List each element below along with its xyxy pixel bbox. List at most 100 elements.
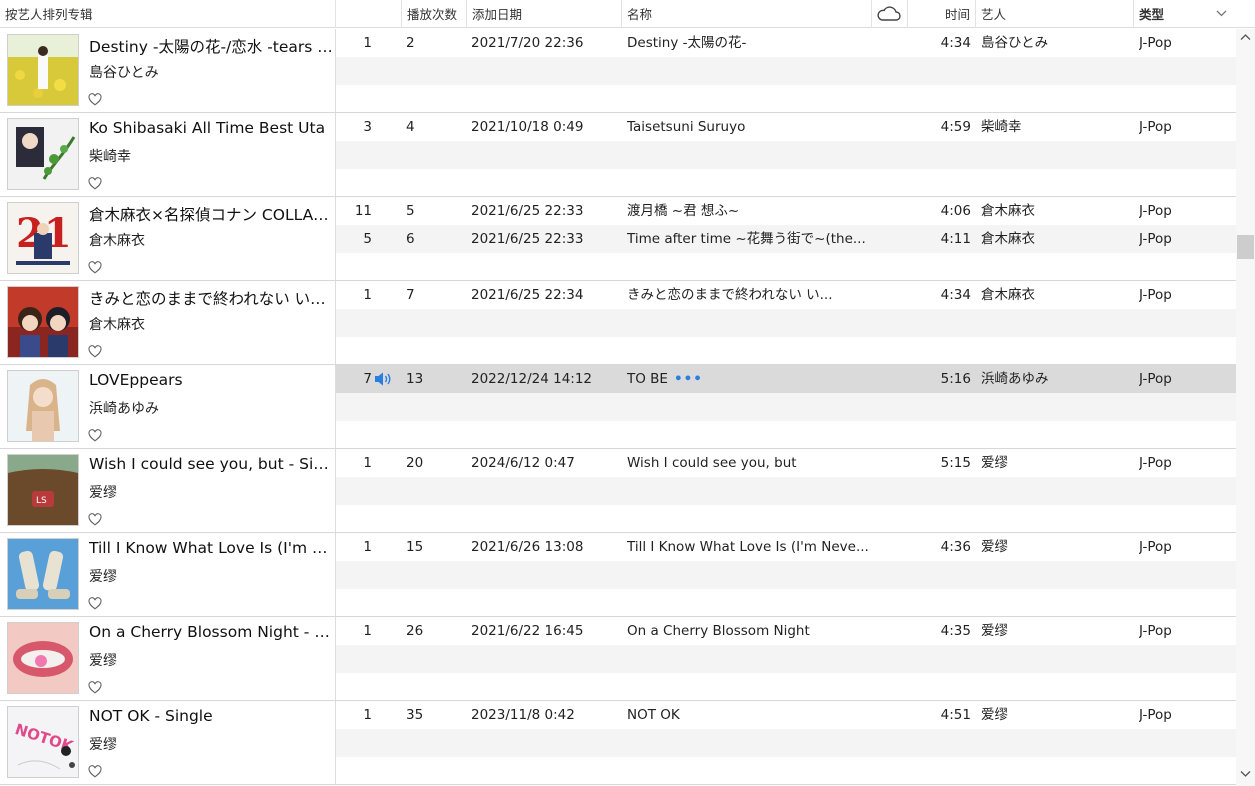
track-time: 4:34: [940, 287, 971, 303]
track-artist: 爱缪: [981, 455, 1008, 471]
column-header-bar: 按艺人排列专辑 播放次数 添加日期 名称 时间 艺人 类型: [0, 0, 1255, 28]
album-artist: 倉木麻衣: [89, 233, 145, 249]
track-row[interactable]: 1 2 2021/7/20 22:36 Destiny -太陽の花- 4:34 …: [336, 29, 1236, 57]
scroll-down-icon[interactable]: [1240, 770, 1251, 778]
track-genre: J-Pop: [1139, 455, 1172, 471]
album-info[interactable]: LOVEppears 浜崎あゆみ: [0, 365, 336, 448]
heart-icon[interactable]: [88, 177, 102, 190]
heart-icon[interactable]: [88, 513, 102, 526]
chevron-down-icon[interactable]: [1216, 10, 1227, 17]
album-title: Destiny -太陽の花-/恋水 -tears of love-: [89, 38, 335, 56]
play-count: 6: [406, 231, 415, 247]
column-header-plays[interactable]: 播放次数: [402, 0, 467, 28]
album-cover[interactable]: [7, 538, 79, 610]
track-time: 4:36: [940, 539, 971, 555]
track-number: 11: [354, 203, 372, 219]
heart-icon[interactable]: [88, 261, 102, 274]
album-info[interactable]: Ko Shibasaki All Time Best Uta 柴崎幸: [0, 113, 336, 196]
album-info[interactable]: On a Cherry Blossom Night - Single 爱缪: [0, 617, 336, 700]
track-row-playing[interactable]: 7 13 2022/12/24 14:12 TO BE ••• 5:16 浜崎あゆ…: [336, 365, 1236, 393]
track-genre: J-Pop: [1139, 707, 1172, 723]
empty-row: [336, 309, 1236, 337]
track-row[interactable]: 1 26 2021/6/22 16:45 On a Cherry Blossom…: [336, 617, 1236, 645]
album-info[interactable]: 21 倉木麻衣×名探偵コナン COLLABORATION 倉木麻衣: [0, 197, 336, 280]
album-title: 倉木麻衣×名探偵コナン COLLABORATION: [89, 206, 335, 224]
column-header-name[interactable]: 名称: [622, 0, 872, 28]
track-name-cell: TO BE •••: [627, 365, 877, 393]
album-info[interactable]: NOTOK NOT OK - Single 爱缪: [0, 701, 336, 784]
track-row[interactable]: 1 20 2024/6/12 0:47 Wish I could see you…: [336, 449, 1236, 477]
vertical-scrollbar[interactable]: [1236, 29, 1255, 786]
track-time: 4:51: [940, 707, 971, 723]
heart-icon[interactable]: [88, 93, 102, 106]
track-row[interactable]: 1 15 2021/6/26 13:08 Till I Know What Lo…: [336, 533, 1236, 561]
empty-row: [336, 57, 1236, 85]
track-row[interactable]: 5 6 2021/6/25 22:33 Time after time ~花舞う…: [336, 225, 1236, 253]
date-added: 2021/6/22 16:45: [471, 623, 584, 639]
album-artist: 柴崎幸: [89, 149, 131, 165]
play-count: 5: [406, 203, 415, 219]
album-cover[interactable]: LS: [7, 454, 79, 526]
heart-icon[interactable]: [88, 429, 102, 442]
album-cover[interactable]: [7, 118, 79, 190]
track-row[interactable]: 1 7 2021/6/25 22:34 きみと恋のままで終われない い... 4…: [336, 281, 1236, 309]
track-genre: J-Pop: [1139, 119, 1172, 135]
track-row[interactable]: 1 35 2023/11/8 0:42 NOT OK 4:51 爱缪 J-Pop: [336, 701, 1236, 729]
column-header-album[interactable]: 按艺人排列专辑: [0, 0, 336, 28]
album-cover[interactable]: [7, 370, 79, 442]
track-genre: J-Pop: [1139, 371, 1172, 387]
track-genre: J-Pop: [1139, 203, 1172, 219]
album-cover[interactable]: [7, 34, 79, 106]
column-header-date[interactable]: 添加日期: [467, 0, 622, 28]
track-name: Destiny -太陽の花-: [627, 35, 747, 51]
empty-row: [336, 477, 1236, 505]
album-cover[interactable]: 21: [7, 202, 79, 274]
speaker-icon: [375, 372, 391, 386]
album-info[interactable]: LS Wish I could see you, but - Single 爱缪: [0, 449, 336, 532]
track-genre: J-Pop: [1139, 35, 1172, 51]
scroll-up-icon[interactable]: [1240, 33, 1251, 41]
play-count: 4: [406, 119, 415, 135]
album-artist: 爱缪: [89, 569, 117, 585]
album-info[interactable]: きみと恋のままで終われない いつも夢のままじゃいられない 倉木麻衣: [0, 281, 336, 364]
album-cover[interactable]: [7, 622, 79, 694]
track-time: 4:59: [940, 119, 971, 135]
track-name: きみと恋のままで終われない い...: [627, 287, 833, 303]
date-added: 2023/11/8 0:42: [471, 707, 575, 723]
track-genre: J-Pop: [1139, 231, 1172, 247]
album-cover[interactable]: NOTOK: [7, 706, 79, 778]
album-group: きみと恋のままで終われない いつも夢のままじゃいられない 倉木麻衣 1 7 20…: [0, 281, 1236, 365]
heart-icon[interactable]: [88, 765, 102, 778]
heart-icon[interactable]: [88, 345, 102, 358]
track-name: Taisetsuni Suruyo: [627, 119, 746, 135]
track-time: 5:15: [940, 455, 971, 471]
track-artist: 島谷ひとみ: [981, 35, 1049, 51]
track-row[interactable]: 3 4 2021/10/18 0:49 Taisetsuni Suruyo 4:…: [336, 113, 1236, 141]
column-header-time[interactable]: 时间: [908, 0, 976, 28]
more-options-icon[interactable]: •••: [674, 365, 703, 393]
column-header-artist[interactable]: 艺人: [976, 0, 1134, 28]
empty-row: [336, 393, 1236, 421]
album-title: Till I Know What Love Is (I'm Never Alon…: [89, 539, 335, 557]
track-time: 4:34: [940, 35, 971, 51]
album-info[interactable]: Till I Know What Love Is (I'm Never Alon…: [0, 533, 336, 616]
date-added: 2021/6/25 22:33: [471, 231, 584, 247]
track-artist: 浜崎あゆみ: [981, 371, 1049, 387]
album-cover[interactable]: [7, 286, 79, 358]
scrollbar-thumb[interactable]: [1237, 235, 1254, 259]
track-genre: J-Pop: [1139, 539, 1172, 555]
column-header-track[interactable]: [336, 0, 402, 28]
album-info[interactable]: Destiny -太陽の花-/恋水 -tears of love- 島谷ひとみ: [0, 29, 336, 112]
track-row[interactable]: 11 5 2021/6/25 22:33 渡月橋 ~君 想ふ~ 4:06 倉木麻…: [336, 197, 1236, 225]
track-artist: 爱缪: [981, 539, 1008, 555]
heart-icon[interactable]: [88, 681, 102, 694]
album-group: Destiny -太陽の花-/恋水 -tears of love- 島谷ひとみ …: [0, 29, 1236, 113]
track-time: 4:35: [940, 623, 971, 639]
heart-icon[interactable]: [88, 597, 102, 610]
date-added: 2021/6/26 13:08: [471, 539, 584, 555]
empty-row: [336, 645, 1236, 673]
svg-text:LS: LS: [36, 496, 47, 506]
album-group: LS Wish I could see you, but - Single 爱缪…: [0, 449, 1236, 533]
album-title: Ko Shibasaki All Time Best Uta: [89, 119, 326, 137]
track-name: TO BE: [627, 371, 668, 387]
